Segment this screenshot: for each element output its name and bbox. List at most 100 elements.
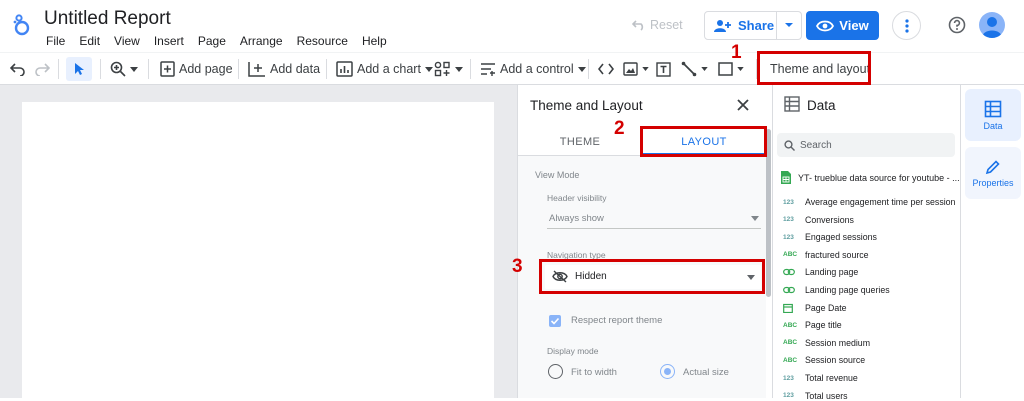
report-page[interactable] [22,102,494,398]
view-mode-heading: View Mode [535,170,580,180]
chevron-down-icon [642,67,649,71]
view-label: View [839,18,869,33]
respect-theme-checkbox[interactable] [549,315,561,327]
header-visibility-dropdown[interactable]: Always show [547,209,761,229]
field-name: Session medium [805,337,871,348]
data-rail-button[interactable]: Data [965,89,1021,141]
number-type-icon: 123 [783,198,794,206]
looker-studio-logo-icon[interactable] [12,13,32,37]
line-icon [681,61,697,77]
chevron-down-icon [751,216,759,221]
menu-bar: File Edit View Insert Page Arrange Resou… [46,34,401,48]
text-box-icon[interactable] [656,53,671,85]
add-data-button[interactable]: Add data [248,53,320,85]
community-viz-button[interactable] [434,53,463,85]
help-icon[interactable] [948,16,966,34]
code-embed-icon[interactable] [598,53,614,85]
text-type-icon: ABC [783,356,798,364]
undo-arrow-icon [632,19,646,31]
menu-help[interactable]: Help [362,34,387,48]
share-button[interactable]: Share [704,11,802,40]
fit-to-width-radio[interactable] [548,364,563,379]
text-type-icon: ABC [783,339,798,347]
close-icon[interactable] [736,98,750,112]
field-name: Page title [805,320,842,331]
field-name: Conversions [805,214,854,225]
report-title[interactable]: Untitled Report [44,8,171,30]
data-source-item[interactable]: YT- trueblue data source for youtube - .… [781,171,960,184]
field-name: Landing page [805,267,859,278]
more-vert-icon [904,18,909,33]
toolbar-divider [238,59,239,79]
add-page-icon [160,61,175,77]
field-item[interactable]: Page Date [783,303,847,313]
annotation-number-2: 2 [614,118,625,139]
menu-arrange[interactable]: Arrange [240,34,283,48]
report-canvas-area [0,85,517,398]
chevron-down-icon [130,66,138,72]
redo-icon[interactable] [34,53,50,85]
menu-file[interactable]: File [46,34,65,48]
eye-icon [816,20,835,32]
properties-rail-button[interactable]: Properties [965,147,1021,199]
field-item[interactable]: ABC Session medium [783,338,870,348]
image-icon [623,62,638,76]
panel-title: Theme and Layout [530,98,643,113]
select-tool-button[interactable] [66,57,92,81]
data-panel-title: Data [807,98,836,113]
menu-view[interactable]: View [114,34,140,48]
field-item[interactable]: Landing page [783,267,858,277]
zoom-button[interactable] [110,53,138,85]
chevron-down-icon [424,66,433,72]
field-name: Engaged sessions [805,232,877,243]
menu-page[interactable]: Page [198,34,226,48]
menu-edit[interactable]: Edit [79,34,100,48]
add-control-button[interactable]: Add a control [480,53,586,85]
field-item[interactable]: 123 Average engagement time per session [783,197,955,207]
field-item[interactable]: 123 Conversions [783,215,854,225]
field-item[interactable]: Landing page queries [783,285,890,295]
undo-icon[interactable] [10,53,26,85]
shapes-grid-icon [434,61,451,77]
field-item[interactable]: 123 Engaged sessions [783,232,877,242]
number-type-icon: 123 [783,233,794,241]
search-input[interactable]: Search [777,133,955,157]
image-button[interactable] [623,53,649,85]
field-item[interactable]: ABC Page title [783,320,842,330]
toolbar-divider [148,59,149,79]
field-item[interactable]: 123 Total users [783,391,848,401]
add-control-label: Add a control [500,62,574,76]
menu-insert[interactable]: Insert [154,34,184,48]
toolbar-divider [470,59,471,79]
data-table-icon [984,100,1002,118]
reset-button[interactable]: Reset [632,18,683,32]
add-person-icon [714,19,732,33]
line-tool-button[interactable] [681,53,708,85]
add-page-button[interactable]: Add page [160,53,233,85]
data-panel: Data Search YT- trueblue data source for… [772,85,960,401]
field-item[interactable]: ABC fractured source [783,250,869,260]
cursor-arrow-icon [73,62,85,76]
field-name: fractured source [805,249,869,260]
properties-rail-label: Properties [972,177,1014,188]
annotation-box-navigation-type [539,259,765,294]
field-item[interactable]: ABC Session source [783,355,865,365]
chevron-down-icon[interactable] [784,22,794,28]
field-item[interactable]: 123 Total revenue [783,373,858,383]
actual-size-label: Actual size [683,367,729,378]
add-page-label: Add page [179,62,233,76]
link-type-icon [783,268,799,276]
view-button[interactable]: View [806,11,879,40]
fit-to-width-label: Fit to width [571,367,617,378]
respect-theme-label: Respect report theme [571,315,663,326]
chevron-down-icon [737,67,744,71]
more-options-button[interactable] [892,11,921,40]
avatar[interactable] [979,12,1005,38]
display-mode-label: Display mode [547,346,599,356]
text-type-icon: ABC [783,251,798,259]
add-chart-icon [336,61,353,77]
data-table-icon [784,96,800,112]
actual-size-radio[interactable] [660,364,675,379]
add-chart-button[interactable]: Add a chart [336,53,433,85]
menu-resource[interactable]: Resource [297,34,348,48]
